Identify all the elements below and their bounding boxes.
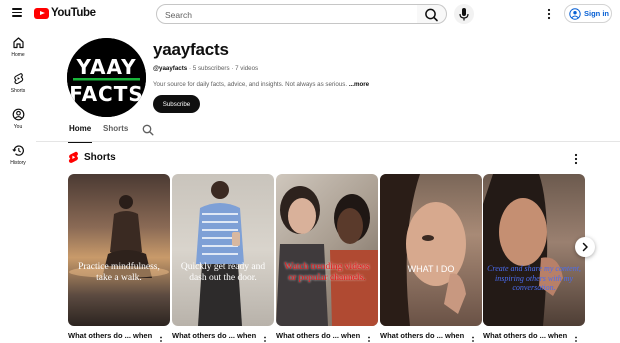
sign-in-button[interactable]: Sign in: [564, 4, 612, 23]
short-more-button[interactable]: [471, 333, 475, 343]
subscribe-button[interactable]: Subscribe: [153, 95, 200, 113]
search-button[interactable]: [417, 4, 447, 24]
shorts-more-button[interactable]: [573, 152, 579, 165]
meta-separator: ·: [188, 65, 192, 72]
short-title[interactable]: What others do ... when: [172, 331, 260, 340]
short-card[interactable]: WHAT I DO: [380, 174, 482, 326]
more-vert-icon: [472, 336, 474, 342]
more-vert-icon: [547, 8, 551, 20]
shorts-next-button[interactable]: [575, 237, 595, 257]
short-card[interactable]: Watch trending videos or popular channel…: [276, 174, 378, 326]
short-overlay-text: Quickly get ready and dash out the door.: [180, 262, 266, 284]
short-title[interactable]: What others do ... when: [380, 331, 468, 340]
sidebar-item-home[interactable]: Home: [0, 36, 36, 66]
settings-more-button[interactable]: [546, 7, 552, 20]
short-card[interactable]: Quickly get ready and dash out the door.: [172, 174, 274, 326]
account-circle-icon: [569, 7, 581, 20]
short-overlay-text: WHAT I DO: [407, 264, 455, 274]
mic-icon: [459, 8, 469, 21]
short-overlay-text: Create and share my content, inspiring o…: [487, 264, 581, 293]
short-thumbnail-image: [196, 181, 244, 326]
more-vert-icon: [368, 336, 370, 342]
search-icon: [425, 8, 438, 22]
short-more-button[interactable]: [367, 333, 371, 343]
short-card[interactable]: Practice mindfulness, take a walk.: [68, 174, 170, 326]
channel-avatar[interactable]: YAAY FACTS: [67, 38, 146, 117]
channel-description: Your source for daily facts, advice, and…: [153, 81, 369, 88]
youtube-play-icon: [34, 7, 49, 19]
sidebar-item-label: Shorts: [10, 88, 26, 94]
short-thumbnail-image: [483, 174, 563, 326]
channel-name: yaayfacts: [153, 40, 229, 59]
sidebar-item-you[interactable]: You: [0, 108, 36, 138]
tabs-divider: [36, 141, 620, 142]
shorts-logo-icon: [68, 151, 78, 163]
channel-meta: @yaayfacts · 5 subscribers · 7 videos: [153, 65, 258, 72]
more-vert-icon: [575, 336, 577, 342]
short-more-button[interactable]: [574, 333, 578, 343]
sidebar-item-history[interactable]: History: [0, 144, 36, 174]
home-icon: [12, 37, 24, 49]
short-title[interactable]: What others do ... when: [68, 331, 156, 340]
tab-home[interactable]: Home: [69, 124, 91, 133]
menu-icon[interactable]: [12, 8, 22, 17]
tab-shorts[interactable]: Shorts: [103, 124, 128, 133]
you-icon: [12, 108, 24, 121]
shorts-section-header: Shorts: [68, 151, 116, 164]
voice-search-button[interactable]: [454, 4, 474, 24]
sidebar-item-label: You: [13, 124, 23, 130]
sidebar-item-label: History: [10, 160, 26, 166]
yaayfacts-logo: YAAY FACTS: [67, 38, 146, 117]
sign-in-label: Sign in: [584, 9, 609, 18]
shorts-section-title: Shorts: [84, 152, 116, 163]
short-overlay-text: Practice mindfulness, take a walk.: [78, 262, 160, 284]
more-vert-icon: [574, 153, 578, 165]
svg-text:YAAY: YAAY: [75, 55, 136, 79]
svg-text:FACTS: FACTS: [69, 82, 144, 106]
meta-separator: ·: [231, 65, 234, 72]
video-count: 7 videos: [235, 65, 259, 72]
youtube-logo[interactable]: YouTube: [34, 7, 96, 19]
channel-handle: @yaayfacts: [153, 65, 188, 72]
search-icon: [142, 124, 154, 136]
short-more-button[interactable]: [159, 333, 163, 343]
youtube-wordmark: YouTube: [51, 7, 96, 19]
short-more-button[interactable]: [263, 333, 267, 343]
channel-search-button[interactable]: [142, 123, 154, 141]
top-bar: YouTube Sign in: [0, 0, 620, 28]
short-title[interactable]: What others do ... when: [276, 331, 364, 340]
shorts-icon: [13, 73, 23, 85]
history-icon: [11, 145, 24, 156]
sidebar-item-label: Home: [11, 52, 25, 58]
short-card[interactable]: Create and share my content, inspiring o…: [483, 174, 585, 326]
short-thumbnail-image: [380, 174, 466, 326]
search-input[interactable]: [157, 6, 417, 24]
short-overlay-text: Watch trending videos or popular channel…: [284, 262, 370, 284]
subscriber-count: 5 subscribers: [192, 65, 230, 72]
description-text: Your source for daily facts, advice, and…: [153, 81, 348, 88]
search-box: [156, 4, 418, 24]
chevron-right-icon: [582, 242, 588, 252]
short-title[interactable]: What others do ... when: [483, 331, 571, 340]
more-vert-icon: [160, 336, 162, 342]
short-thumbnail-image: [276, 186, 378, 326]
short-thumbnail-image: [69, 195, 169, 278]
more-vert-icon: [264, 336, 266, 342]
more-link[interactable]: ...more: [349, 81, 369, 88]
sidebar-item-shorts[interactable]: Shorts: [0, 72, 36, 102]
